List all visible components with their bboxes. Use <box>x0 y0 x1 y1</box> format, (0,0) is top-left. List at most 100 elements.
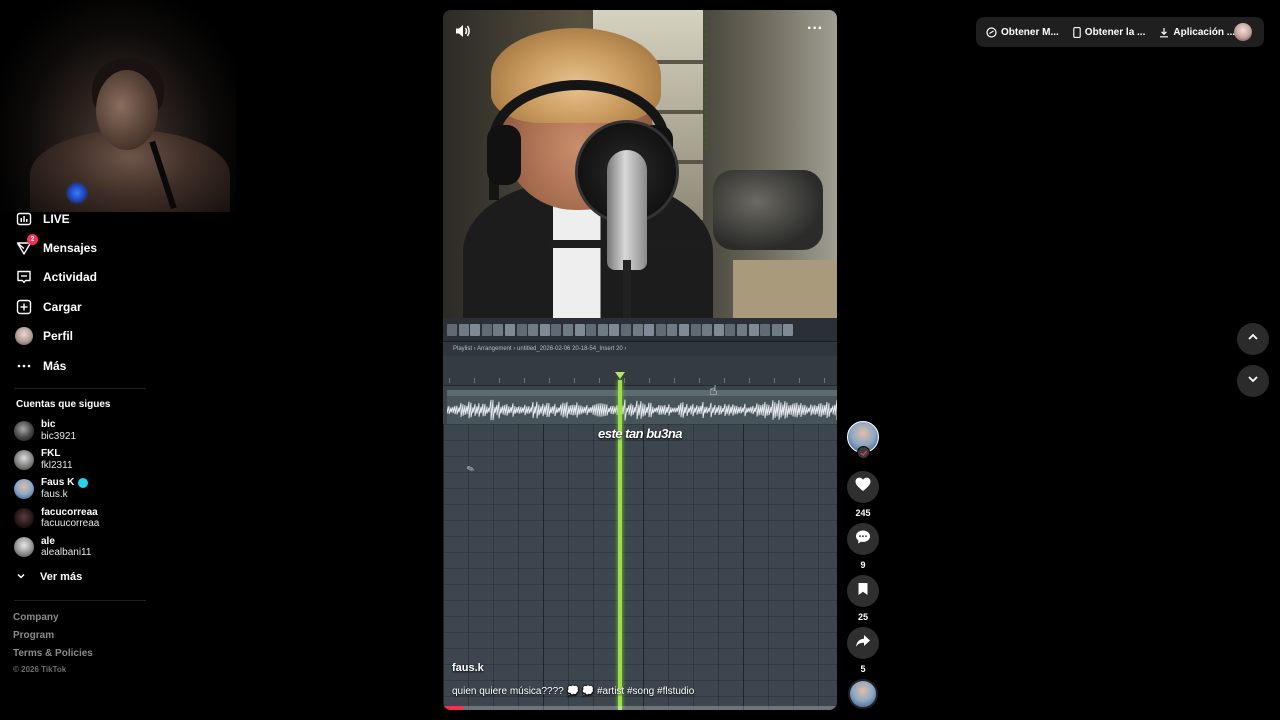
daw-toolbar-button <box>783 324 794 336</box>
following-list: bic bic3921 FKL fkl2311 Faus Kfaus.k facuc… <box>14 416 174 562</box>
messages-icon: 2 <box>14 234 38 258</box>
bookmark-icon <box>857 582 869 601</box>
get-coins-button[interactable]: Obtener M... <box>986 27 1059 38</box>
sidebar-item-label: Actividad <box>43 270 98 285</box>
daw-toolbar-button <box>679 324 689 336</box>
sidebar-item-activity[interactable]: Actividad <box>14 263 164 292</box>
next-video-button[interactable] <box>1237 365 1269 397</box>
live-icon <box>14 209 34 229</box>
daw-ruler-tick <box>774 378 775 383</box>
save-button[interactable] <box>847 575 879 607</box>
video-description: quien quiere música???? 💭 💭 #artist #son… <box>452 686 695 697</box>
account-name: bic <box>41 419 56 431</box>
daw-ruler-tick <box>674 378 675 383</box>
sidebar-item-label: LIVE <box>43 211 70 226</box>
followed-check-icon[interactable] <box>857 446 870 459</box>
sidebar-item-more[interactable]: Más <box>14 351 164 380</box>
video-progress-fill <box>443 706 463 710</box>
download-icon <box>1160 27 1169 37</box>
chevron-down-icon <box>1246 372 1260 391</box>
video-frame-daw: Playlist › Arrangement › untitled_2026-0… <box>443 318 837 710</box>
account-name: ale <box>41 535 55 547</box>
daw-toolbar-button <box>563 324 573 336</box>
like-button[interactable] <box>847 471 879 503</box>
ellipsis-icon: ··· <box>807 20 823 37</box>
daw-toolbar-button <box>586 324 597 336</box>
more-icon <box>14 356 34 376</box>
daw-toolbar-button <box>667 324 678 336</box>
sidebar-divider <box>14 388 146 389</box>
account-username: facuucorreaa <box>41 518 100 530</box>
following-account-bic[interactable]: bic bic3921 <box>14 416 174 445</box>
video-options-button[interactable]: ··· <box>804 20 826 42</box>
daw-ruler-tick <box>724 378 725 383</box>
share-icon <box>855 634 871 653</box>
video-progress-bar[interactable] <box>443 706 837 710</box>
daw-ruler-tick <box>824 378 825 383</box>
sidebar-item-profile[interactable]: Perfil <box>14 322 164 351</box>
daw-ruler-tick <box>474 378 475 383</box>
account-name: FKL <box>41 448 61 460</box>
daw-toolbar-button <box>597 324 608 336</box>
daw-toolbar-button <box>702 324 713 336</box>
daw-toolbar-button <box>690 324 701 336</box>
sidebar-item-messages[interactable]: 2 Mensajes <box>14 233 164 262</box>
following-account-facucorreaa[interactable]: facucorreaa facuucorreaa <box>14 504 174 533</box>
sidebar-item-label: Mensajes <box>43 241 98 256</box>
daw-toolbar-button <box>481 324 492 336</box>
user-avatar[interactable] <box>1234 23 1252 41</box>
footer-link-program[interactable]: Program <box>13 630 93 648</box>
daw-toolbar-button <box>713 324 724 336</box>
daw-toolbar-button <box>609 324 620 336</box>
account-name: facucorreaa <box>41 506 98 518</box>
daw-ruler-tick <box>574 378 575 383</box>
video-author[interactable]: faus.k <box>452 662 484 674</box>
daw-toolbar-button <box>655 324 666 336</box>
footer-link-terms[interactable]: Terms & Policies <box>13 648 93 666</box>
following-account-ale[interactable]: ale alealbani11 <box>14 533 174 562</box>
daw-ruler-tick <box>549 378 550 383</box>
account-avatar <box>14 449 34 470</box>
desktop-app-button[interactable]: Aplicación ... <box>1159 27 1235 38</box>
copyright: © 2026 TikTok <box>13 665 67 674</box>
daw-toolbar-button <box>551 324 562 336</box>
daw-toolbar-button <box>725 324 736 336</box>
sound-disc[interactable] <box>848 679 878 709</box>
daw-ruler-tick <box>449 378 450 383</box>
get-app-button[interactable]: Obtener la ... <box>1073 26 1145 38</box>
sidebar-divider <box>14 600 146 601</box>
comment-icon <box>855 529 871 550</box>
daw-toolbar-button <box>505 324 515 336</box>
share-count: 5 <box>860 664 866 674</box>
following-account-fkl[interactable]: FKL fkl2311 <box>14 445 174 474</box>
action-rail: 245 9 25 5 <box>847 421 879 709</box>
comment-button[interactable] <box>847 523 879 555</box>
creator-avatar[interactable] <box>847 421 879 459</box>
chevron-down-icon <box>16 568 26 586</box>
sidebar-item-live[interactable]: LIVE <box>14 204 164 233</box>
daw-toolbar-button <box>447 324 457 336</box>
volume-button[interactable] <box>454 22 476 42</box>
heart-icon <box>855 477 871 497</box>
see-more-button[interactable]: Ver más <box>16 568 82 586</box>
sidebar-item-upload[interactable]: Cargar <box>14 292 164 321</box>
daw-toolbar-button <box>470 324 481 336</box>
phone-icon <box>1073 26 1081 38</box>
daw-ruler-tick <box>599 378 600 383</box>
daw-toolbar-button <box>621 324 631 336</box>
live-preview-thumbnail[interactable] <box>0 0 236 212</box>
daw-title: Playlist › Arrangement › untitled_2026-0… <box>443 342 837 356</box>
daw-toolbar-button <box>528 324 539 336</box>
daw-toolbar-button <box>574 324 585 336</box>
share-button[interactable] <box>847 627 879 659</box>
following-account-faus-k[interactable]: Faus Kfaus.k <box>14 474 174 503</box>
footer-link-company[interactable]: Company <box>13 612 93 630</box>
previous-video-button[interactable] <box>1237 323 1269 355</box>
profile-avatar <box>15 327 33 346</box>
account-avatar <box>14 537 34 558</box>
daw-ruler-tick <box>699 378 700 383</box>
daw-toolbar-button <box>632 324 643 336</box>
video-player[interactable]: Playlist › Arrangement › untitled_2026-0… <box>443 10 837 710</box>
sidebar-item-label: Perfil <box>43 329 74 344</box>
daw-ruler-tick <box>799 378 800 383</box>
